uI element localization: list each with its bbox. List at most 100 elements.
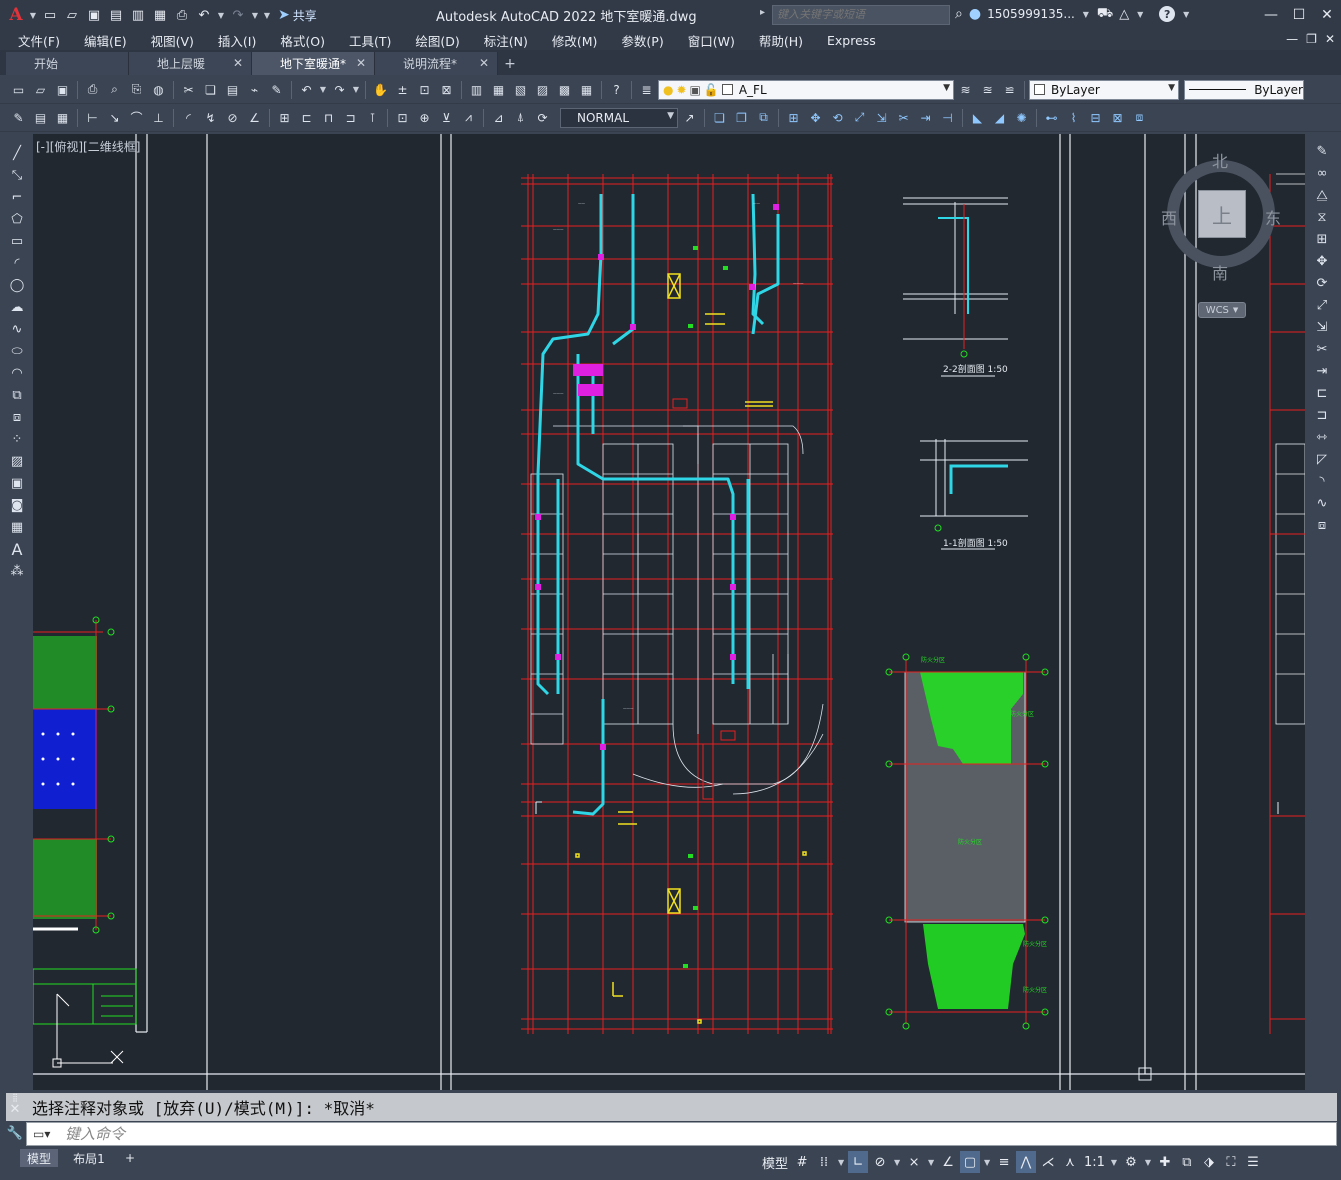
tab-above-ground-hvac[interactable]: 地上层暖 ✕ bbox=[129, 52, 252, 75]
rotate-icon[interactable]: ⟲ bbox=[827, 107, 848, 128]
chamfer-icon[interactable]: ◣ bbox=[967, 107, 988, 128]
new-icon[interactable]: ▭ bbox=[8, 79, 29, 100]
object-snap-icon[interactable]: ▢ bbox=[960, 1151, 981, 1173]
clean-screen-icon[interactable]: ⛶ bbox=[1221, 1151, 1241, 1173]
color-combo[interactable]: ByLayer ▼ bbox=[1029, 79, 1179, 100]
layer-previous-icon[interactable]: ≊ bbox=[977, 79, 998, 100]
copy-object-icon[interactable]: ❏ bbox=[709, 107, 730, 128]
layout-tab-layout1[interactable]: 布局1 bbox=[66, 1149, 112, 1167]
isolate-objects-icon[interactable]: ⧉ bbox=[1177, 1151, 1197, 1173]
spline-icon[interactable]: ∿ bbox=[6, 318, 28, 340]
array-icon[interactable]: ⊞ bbox=[783, 107, 804, 128]
user-account-label[interactable]: 1505999135... bbox=[987, 7, 1075, 21]
paste-icon[interactable]: ▤ bbox=[222, 79, 243, 100]
compass-south[interactable]: 南 bbox=[1212, 260, 1228, 284]
sheet-set-icon[interactable]: ▨ bbox=[532, 79, 553, 100]
annotation-scale-value[interactable]: 1:1 bbox=[1082, 1151, 1107, 1173]
undo-icon[interactable]: ↶ bbox=[194, 5, 214, 25]
extend-icon[interactable]: ⇥ bbox=[915, 107, 936, 128]
new-file-icon[interactable]: ▭ bbox=[40, 5, 60, 25]
scale-dropdown-icon[interactable]: ▼ bbox=[1109, 1158, 1119, 1167]
chamfer-icon[interactable]: ◸ bbox=[1311, 448, 1333, 470]
dim-text-edit-icon[interactable]: ⍋ bbox=[510, 107, 531, 128]
join-icon[interactable]: ⊷ bbox=[1041, 107, 1062, 128]
mirror-icon[interactable]: ❐ bbox=[731, 107, 752, 128]
pedit-icon[interactable]: ⌇ bbox=[1063, 107, 1084, 128]
hatch-icon[interactable]: ▨ bbox=[6, 450, 28, 472]
recent-commands-icon[interactable]: ▭▾ bbox=[33, 1127, 50, 1141]
continue-dim-icon[interactable]: ⊓ bbox=[318, 107, 339, 128]
layer-on-icon[interactable]: ● bbox=[663, 83, 673, 97]
layout-tab-model[interactable]: 模型 bbox=[20, 1149, 58, 1167]
app-dropdown-icon[interactable]: ▼ bbox=[1135, 4, 1145, 24]
share-button[interactable]: ➤ 共享 bbox=[278, 7, 317, 24]
break-icon[interactable]: ⊐ bbox=[1311, 404, 1333, 426]
markup-icon[interactable]: ▩ bbox=[554, 79, 575, 100]
block-editor-icon[interactable]: ✎ bbox=[266, 79, 287, 100]
calculator-icon[interactable]: ▦ bbox=[576, 79, 597, 100]
user-dropdown-icon[interactable]: ▼ bbox=[1081, 4, 1091, 24]
tab-basement-hvac[interactable]: 地下室暖通* ✕ bbox=[252, 52, 375, 75]
new-tab-icon[interactable]: + bbox=[498, 52, 522, 75]
scale-icon[interactable]: ⤢ bbox=[1311, 294, 1333, 316]
radius-dim-icon[interactable]: ◜ bbox=[178, 107, 199, 128]
minimize-icon[interactable]: — bbox=[1257, 0, 1285, 30]
circle-icon[interactable]: ◯ bbox=[6, 274, 28, 296]
undo-dropdown-icon[interactable]: ▼ bbox=[318, 80, 328, 100]
arc-length-icon[interactable]: ⌒ bbox=[126, 107, 147, 128]
zoom-window-icon[interactable]: ⊡ bbox=[414, 79, 435, 100]
ortho-icon[interactable]: ∟ bbox=[848, 1151, 869, 1173]
scale-icon[interactable]: ⤢ bbox=[849, 107, 870, 128]
menu-dimension[interactable]: 标注(N) bbox=[484, 31, 540, 50]
offset-icon[interactable]: ⧖ bbox=[1311, 206, 1333, 228]
polygon-icon[interactable]: ⬠ bbox=[6, 208, 28, 230]
inspect-icon[interactable]: ⊻ bbox=[436, 107, 457, 128]
model-space-button[interactable]: 模型 bbox=[760, 1151, 790, 1173]
add-selected-icon[interactable]: ⁂ bbox=[6, 560, 28, 582]
snap-dropdown-icon[interactable]: ▼ bbox=[836, 1158, 846, 1167]
menu-modify[interactable]: 修改(M) bbox=[552, 31, 610, 50]
copy-icon[interactable]: ❏ bbox=[200, 79, 221, 100]
close-icon[interactable]: ✕ bbox=[10, 1102, 21, 1117]
cart-icon[interactable]: ⛟ bbox=[1097, 6, 1113, 23]
save-as-icon[interactable]: ▤ bbox=[106, 5, 126, 25]
open-file-icon[interactable]: ▱ bbox=[62, 5, 82, 25]
gear-icon[interactable]: ⚙ bbox=[1121, 1151, 1141, 1173]
explode-icon[interactable]: ✺ bbox=[1011, 107, 1032, 128]
layer-lock-icon[interactable]: 🔓 bbox=[704, 83, 719, 97]
tab-close-icon[interactable]: ✕ bbox=[356, 56, 366, 70]
redo-dropdown-icon[interactable]: ▼ bbox=[351, 80, 361, 100]
center-mark-icon[interactable]: ⊕ bbox=[414, 107, 435, 128]
multiline-text-icon[interactable]: A bbox=[6, 538, 28, 560]
viewport-controls-label[interactable]: [-][俯视][二维线框] bbox=[36, 138, 140, 155]
menu-help[interactable]: 帮助(H) bbox=[759, 31, 815, 50]
object-snap-tracking-icon[interactable]: ∠ bbox=[938, 1151, 958, 1173]
group-icon[interactable]: ⊟ bbox=[1085, 107, 1106, 128]
dim-edit-icon[interactable]: ⊿ bbox=[488, 107, 509, 128]
diameter-dim-icon[interactable]: ⊘ bbox=[222, 107, 243, 128]
aligned-dim-icon[interactable]: ↘ bbox=[104, 107, 125, 128]
trim-icon[interactable]: ✂ bbox=[893, 107, 914, 128]
move-icon[interactable]: ✥ bbox=[1311, 250, 1333, 272]
save-web-icon[interactable]: ▦ bbox=[150, 5, 170, 25]
grid-icon[interactable]: # bbox=[792, 1151, 812, 1173]
fillet-icon[interactable]: ◝ bbox=[1311, 470, 1333, 492]
cut-icon[interactable]: ✂ bbox=[178, 79, 199, 100]
make-current-layer-icon[interactable]: ≋ bbox=[955, 79, 976, 100]
menu-insert[interactable]: 插入(I) bbox=[218, 31, 268, 50]
stretch-icon[interactable]: ⇲ bbox=[1311, 316, 1333, 338]
menu-tools[interactable]: 工具(T) bbox=[349, 31, 403, 50]
text-style-combo[interactable]: NORMAL ▼ bbox=[560, 107, 678, 128]
make-block-icon[interactable]: ⧈ bbox=[6, 406, 28, 428]
construction-line-icon[interactable]: ⤡ bbox=[6, 164, 28, 186]
rotate-icon[interactable]: ⟳ bbox=[1311, 272, 1333, 294]
app-menu-dropdown-icon[interactable]: ▼ bbox=[28, 5, 38, 25]
doc-close-icon[interactable]: ✕ bbox=[1325, 32, 1335, 46]
compass-west[interactable]: 西 bbox=[1161, 205, 1177, 229]
save-icon[interactable]: ▣ bbox=[52, 79, 73, 100]
extend-icon[interactable]: ⇥ bbox=[1311, 360, 1333, 382]
arc-icon[interactable]: ◜ bbox=[6, 252, 28, 274]
dim-space-icon[interactable]: ⊐ bbox=[340, 107, 361, 128]
workspace-dropdown-icon[interactable]: ▼ bbox=[1143, 1158, 1153, 1167]
annotate-icon[interactable]: ✎ bbox=[8, 107, 29, 128]
